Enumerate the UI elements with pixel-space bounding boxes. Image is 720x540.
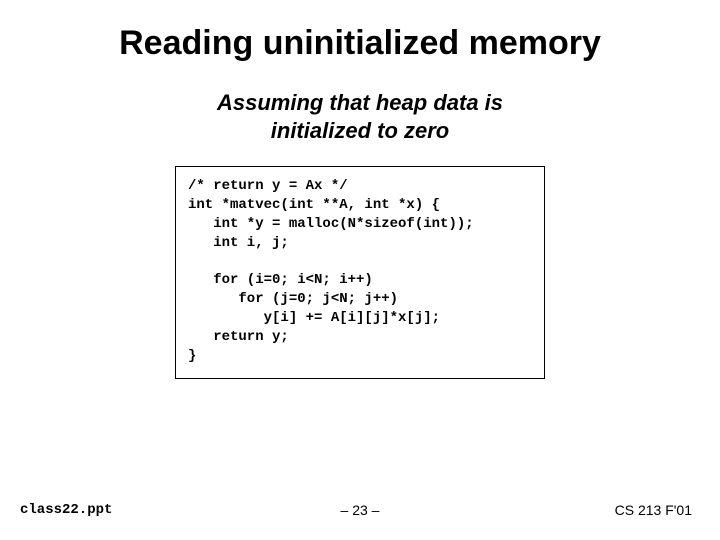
subtitle-line-2: initialized to zero <box>0 117 720 145</box>
footer-course: CS 213 F'01 <box>615 502 692 518</box>
page-title: Reading uninitialized memory <box>0 0 720 63</box>
footer-page-number: – 23 – <box>0 502 720 518</box>
subtitle-line-1: Assuming that heap data is <box>0 89 720 117</box>
code-block: /* return y = Ax */ int *matvec(int **A,… <box>175 166 545 379</box>
slide: Reading uninitialized memory Assuming th… <box>0 0 720 540</box>
subtitle: Assuming that heap data is initialized t… <box>0 89 720 144</box>
